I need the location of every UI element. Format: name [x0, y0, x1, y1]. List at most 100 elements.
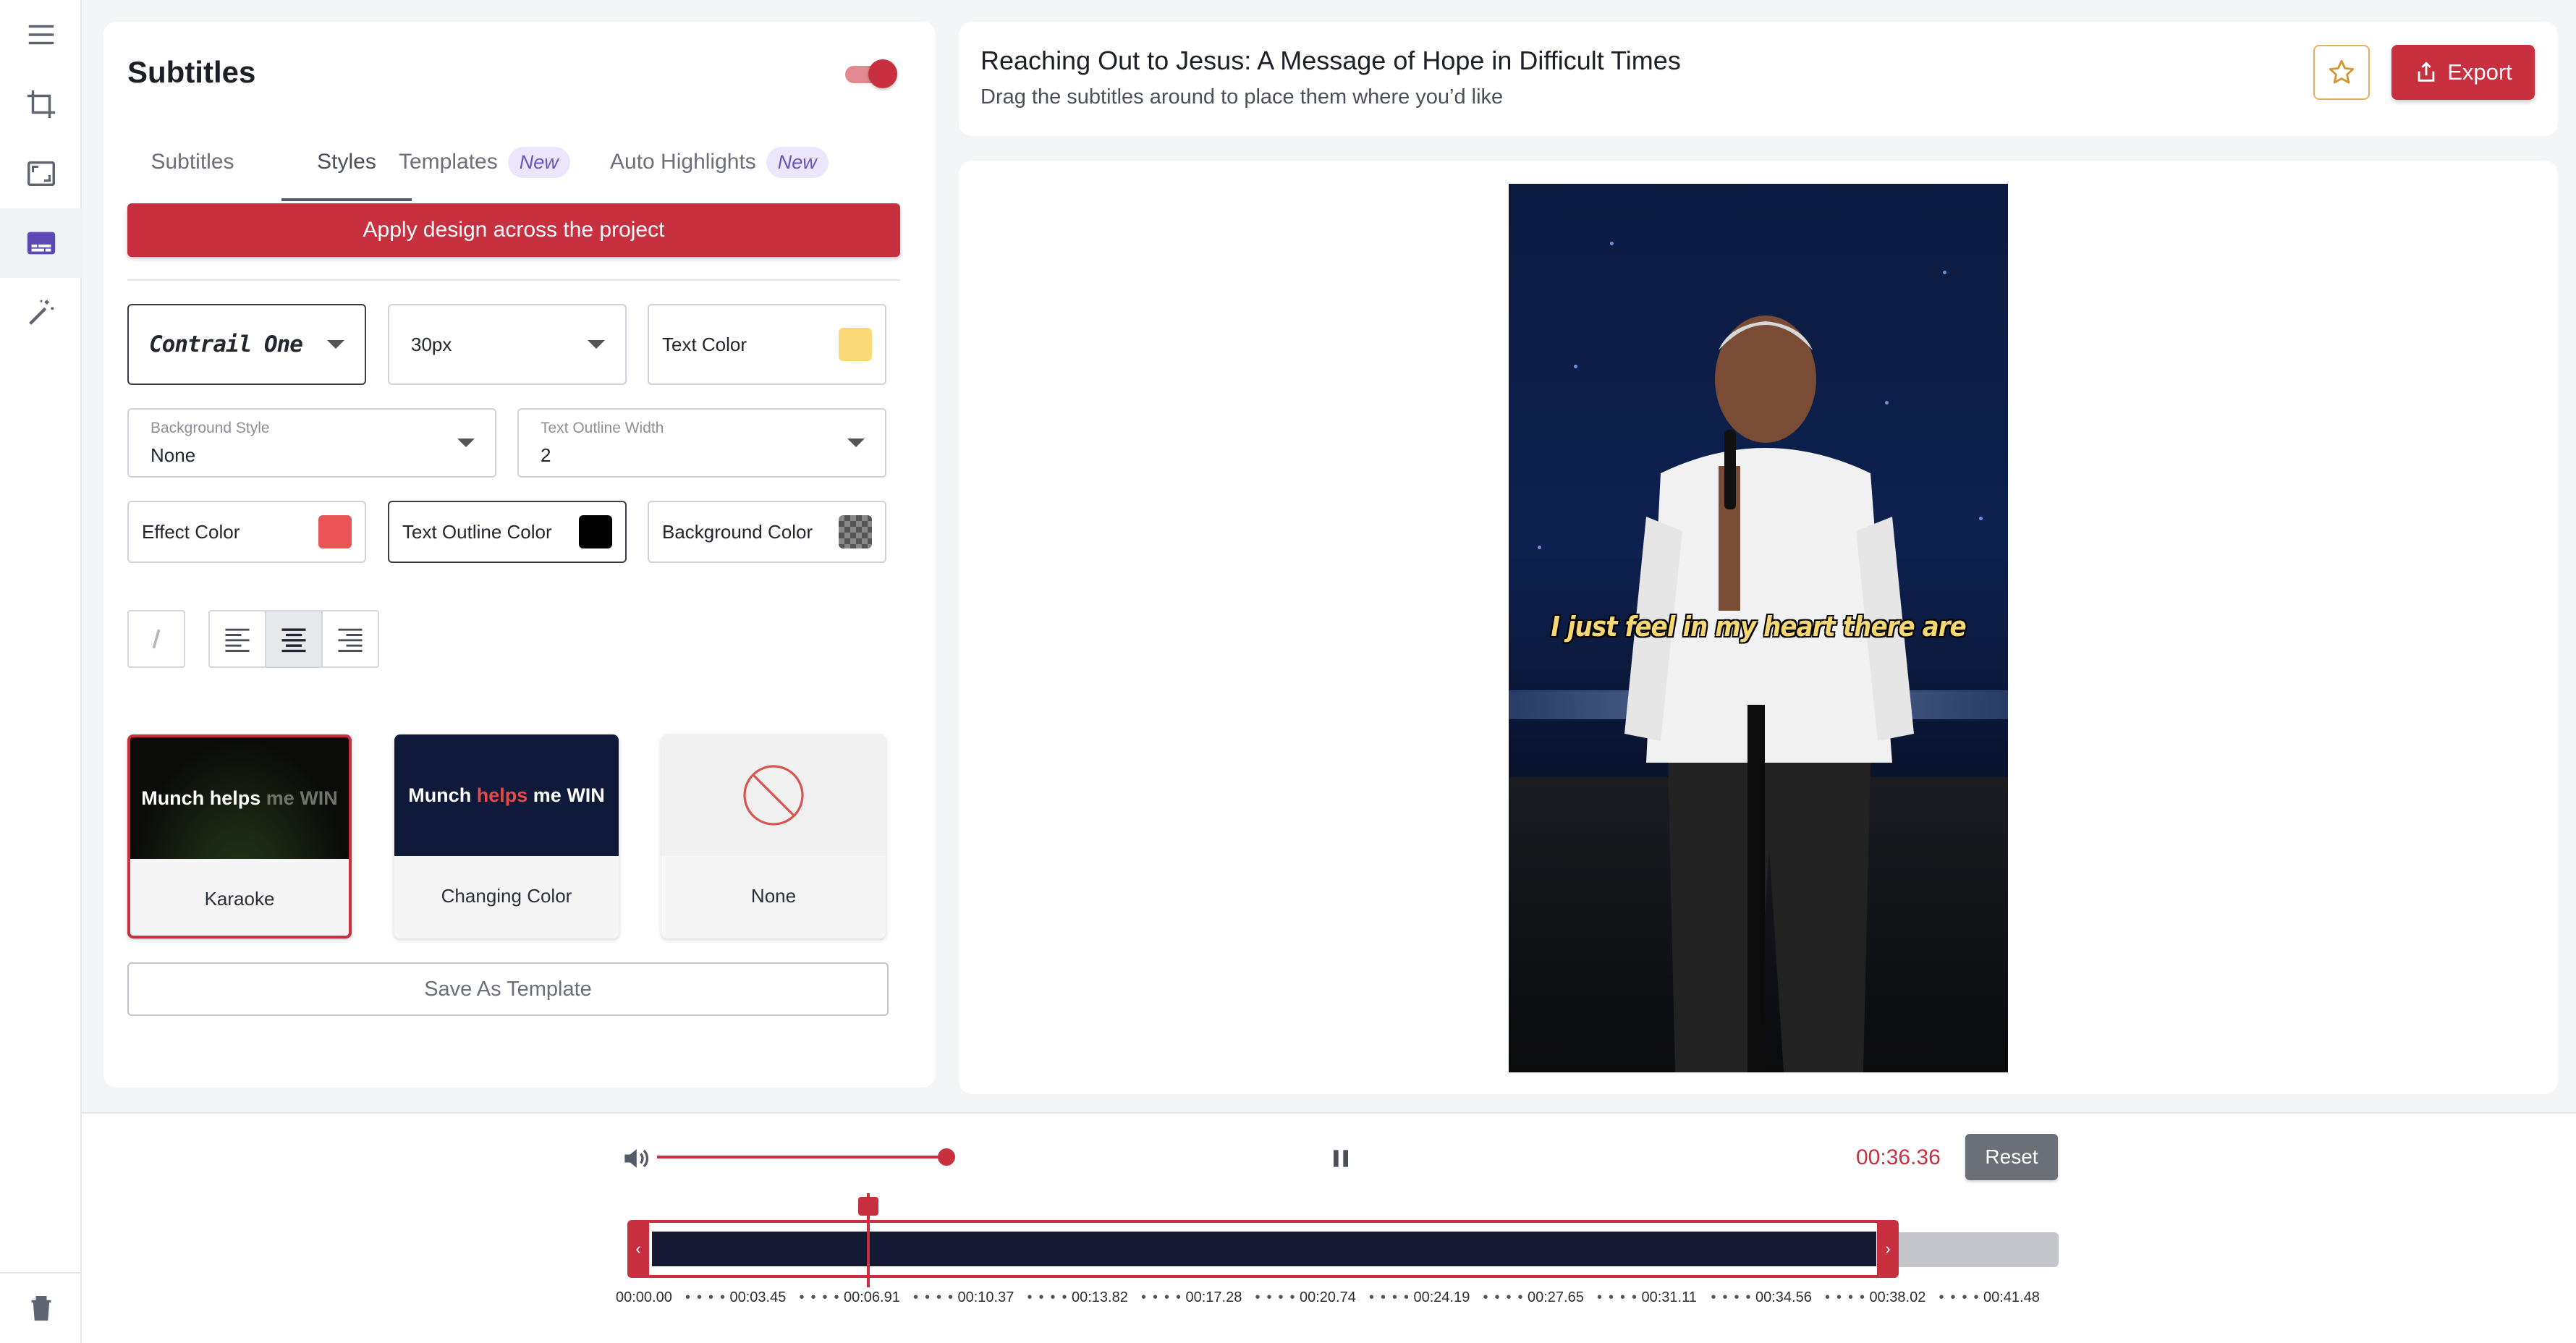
tab-subtitles[interactable]: Subtitles [127, 123, 258, 201]
timeline-tick-label: 00:20.74 [1300, 1289, 1356, 1305]
crop-button[interactable] [0, 69, 82, 139]
menu-icon [28, 25, 54, 45]
background-style-select[interactable]: Background Style None [127, 408, 496, 478]
font-size-select[interactable]: 30px [388, 304, 627, 385]
tab-auto-highlights[interactable]: Auto Highlights New [610, 123, 829, 201]
text-color-label: Text Color [662, 333, 747, 355]
magic-wand-button[interactable] [0, 278, 82, 347]
active-tab-indicator [281, 198, 412, 201]
align-left-button[interactable] [208, 610, 266, 668]
apply-design-button[interactable]: Apply design across the project [127, 203, 900, 257]
menu-button[interactable] [0, 0, 82, 69]
video-player[interactable]: I just feel in my heart there are [1509, 184, 2008, 1072]
volume-slider-handle[interactable] [938, 1148, 955, 1166]
speaker-figure [1624, 315, 1914, 1072]
effect-caption: None [750, 884, 797, 907]
trim-end-handle[interactable]: › [1877, 1220, 1899, 1278]
timeline-tick-label: 00:24.19 [1413, 1289, 1470, 1305]
new-badge: New [507, 146, 570, 178]
share-icon [2418, 62, 2435, 82]
font-select[interactable]: Contrail One [127, 304, 366, 385]
text-color-picker[interactable]: Text Color [648, 304, 886, 385]
timeline-tick-label: 00:27.65 [1528, 1289, 1584, 1305]
font-value: Contrail One [149, 331, 303, 357]
playhead-handle[interactable] [858, 1197, 878, 1216]
italic-button[interactable] [127, 610, 185, 668]
timeline-selection[interactable]: ‹ › [627, 1220, 1899, 1278]
outline-width-select[interactable]: Text Outline Width 2 [517, 408, 886, 478]
effect-card-changing-color[interactable]: Munch helps me WIN Changing Color [394, 734, 619, 939]
video-preview-panel: I just feel in my heart there are [959, 161, 2558, 1094]
volume-slider-track[interactable] [657, 1156, 946, 1158]
effect-card-karaoke[interactable]: Munch helps me WIN Karaoke [127, 734, 352, 939]
timeline-track [652, 1232, 1876, 1266]
timeline-remaining [1891, 1232, 2059, 1267]
chevron-down-icon [588, 340, 605, 349]
text-color-swatch [839, 328, 872, 361]
chevron-down-icon [327, 340, 344, 349]
light-dot [1610, 242, 1614, 245]
effect-color-swatch [318, 515, 352, 548]
volume-icon[interactable] [617, 1143, 653, 1174]
tab-label: Styles [317, 150, 376, 174]
align-center-icon [281, 628, 306, 653]
outline-width-value: 2 [541, 444, 551, 466]
align-right-icon [338, 628, 363, 652]
divider [127, 279, 900, 281]
effect-color-label: Effect Color [142, 520, 240, 543]
timeline-tick-label: 00:31.11 [1641, 1289, 1697, 1305]
background-style-label: Background Style [151, 420, 270, 436]
align-right-button[interactable] [321, 610, 379, 668]
background-color-picker[interactable]: Background Color [648, 501, 886, 563]
project-hint: Drag the subtitles around to place them … [980, 85, 1504, 109]
tab-label: Subtitles [151, 150, 234, 174]
delete-button[interactable] [0, 1274, 82, 1343]
pause-button[interactable] [1319, 1143, 1363, 1174]
subtitles-button[interactable] [0, 208, 82, 278]
preview-word: WIN [300, 787, 338, 809]
timeline-tick-label: 00:13.82 [1072, 1289, 1128, 1305]
light-dot [1943, 271, 1946, 274]
panel-title: Subtitles [127, 55, 256, 89]
chevron-down-icon [847, 439, 865, 447]
tab-styles[interactable]: Styles [281, 123, 412, 201]
export-label: Export [2447, 59, 2512, 85]
crop-icon [27, 90, 55, 119]
background-color-label: Background Color [662, 520, 813, 543]
preview-word: Munch [408, 784, 472, 806]
export-button[interactable]: Export [2391, 45, 2535, 100]
align-center-button[interactable] [265, 610, 323, 668]
outline-color-swatch [579, 515, 612, 548]
player-controls: 00:36.36 Reset ‹ › 00:00.00 •••• 00:03.45 •… [82, 1112, 2576, 1343]
timeline-tick-dots: •••• [1597, 1289, 1644, 1305]
no-effect-icon [743, 765, 804, 826]
favorite-button[interactable] [2313, 45, 2370, 100]
timeline-tick-label: 00:06.91 [844, 1289, 900, 1305]
subtitles-toggle[interactable] [845, 59, 897, 88]
trim-start-handle[interactable]: ‹ [627, 1220, 649, 1278]
tab-templates[interactable]: Templates New [399, 123, 570, 201]
subtitle-overlay[interactable]: I just feel in my heart there are [1509, 611, 2008, 643]
toggle-knob [868, 59, 897, 88]
aspect-ratio-button[interactable] [0, 139, 82, 208]
timeline-tick-dots: •••• [1369, 1289, 1416, 1305]
new-badge: New [766, 146, 829, 178]
effect-caption: Karaoke [204, 887, 275, 910]
changing-color-preview: Munch helps me WIN [394, 734, 619, 856]
outline-color-picker[interactable]: Text Outline Color [388, 501, 627, 563]
none-preview [661, 734, 886, 856]
timeline-tick-dots: •••• [799, 1289, 846, 1305]
effect-card-none[interactable]: None [661, 734, 886, 939]
light-dot [1574, 365, 1577, 368]
timeline-ruler: 00:00.00 •••• 00:03.45 •••• 00:06.91 •••• 00:1… [616, 1289, 2063, 1311]
light-dot [1979, 517, 1983, 520]
outline-width-label: Text Outline Width [541, 420, 664, 436]
timeline-tick-label: 00:03.45 [729, 1289, 787, 1305]
reset-button[interactable]: Reset [1965, 1134, 2058, 1180]
timeline-tick-dots: •••• [1255, 1289, 1302, 1305]
save-as-template-button[interactable]: Save As Template [127, 962, 889, 1016]
effect-color-picker[interactable]: Effect Color [127, 501, 366, 563]
trash-icon [31, 1295, 51, 1321]
background-style-value: None [151, 444, 196, 466]
preview-word: WIN [567, 784, 605, 806]
